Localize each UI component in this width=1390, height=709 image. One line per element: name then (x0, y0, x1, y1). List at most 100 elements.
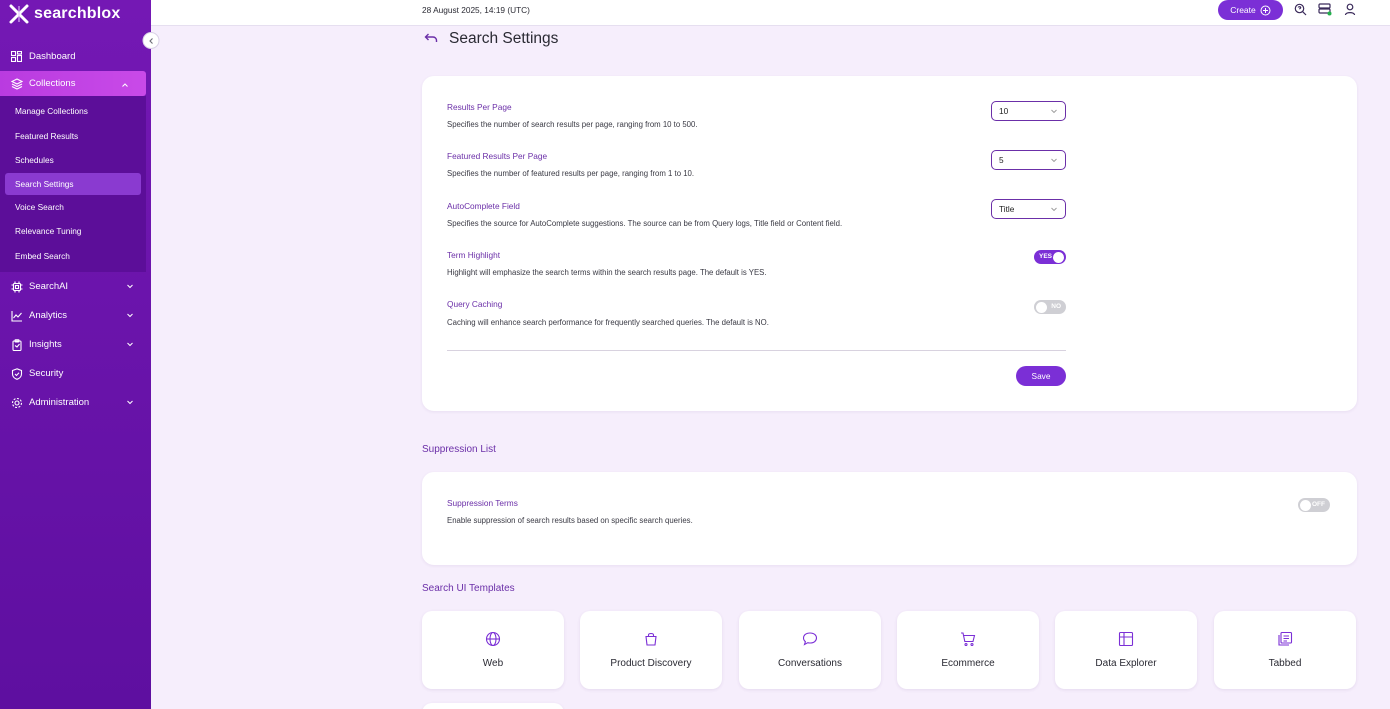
select-value: 10 (999, 106, 1009, 116)
search-help-icon[interactable] (1293, 2, 1307, 16)
select-value: 5 (999, 155, 1004, 165)
sidebar-item-label: SearchAI (29, 281, 69, 292)
template-card-data-explorer[interactable]: Data Explorer (1055, 611, 1197, 689)
featured-per-page-title: Featured Results Per Page (447, 151, 548, 161)
suppression-terms-desc: Enable suppression of search results bas… (447, 516, 693, 525)
sidebar-subitem-manage-collections[interactable]: Manage Collections (0, 99, 146, 124)
page-title: Search Settings (449, 30, 559, 47)
chevron-up-icon (120, 80, 130, 90)
chevron-down-icon (1050, 156, 1058, 164)
layers-icon (10, 77, 23, 90)
template-card-partial[interactable] (422, 703, 564, 709)
sidebar-item-label: Dashboard (29, 51, 76, 62)
globe-icon (485, 631, 501, 647)
back-arrow-icon[interactable] (424, 31, 438, 45)
results-per-page-desc: Specifies the number of search results p… (447, 120, 698, 129)
suppression-section-title: Suppression List (422, 444, 496, 455)
collections-subnav: Manage Collections Featured Results Sche… (0, 96, 146, 272)
template-card-tabbed[interactable]: Tabbed (1214, 611, 1356, 689)
results-per-page-title: Results Per Page (447, 102, 512, 112)
results-per-page-select[interactable]: 10 (991, 101, 1066, 121)
dashboard-icon (10, 50, 23, 63)
chevron-down-icon (125, 339, 135, 349)
toggle-knob (1053, 251, 1064, 263)
server-status-icon[interactable] (1318, 2, 1332, 16)
searchblox-logo-icon (8, 3, 30, 25)
template-card-conversations[interactable]: Conversations (739, 611, 881, 689)
sidebar-item-searchai[interactable]: SearchAI (0, 272, 151, 301)
featured-per-page-desc: Specifies the number of featured results… (447, 169, 695, 178)
template-card-ecommerce[interactable]: Ecommerce (897, 611, 1039, 689)
template-card-web[interactable]: Web (422, 611, 564, 689)
chevron-down-icon (125, 310, 135, 320)
sidebar-item-label: Administration (29, 397, 90, 408)
featured-per-page-select[interactable]: 5 (991, 150, 1066, 170)
chart-line-icon (10, 309, 23, 322)
query-caching-title: Query Caching (447, 299, 503, 309)
sidebar-collapse-button[interactable] (142, 32, 160, 49)
create-button-label: Create (1230, 5, 1256, 15)
toggle-label: YES (1039, 253, 1053, 260)
chevron-down-icon (1050, 107, 1058, 115)
gear-icon (10, 396, 23, 409)
sidebar-subitem-relevance-tuning[interactable]: Relevance Tuning (0, 219, 146, 244)
user-icon[interactable] (1343, 2, 1357, 16)
template-label: Data Explorer (1095, 658, 1157, 669)
select-value: Title (999, 204, 1015, 214)
chat-bubble-icon (802, 631, 818, 647)
create-button[interactable]: Create (1218, 0, 1283, 20)
tabs-icon (1277, 631, 1293, 647)
template-label: Conversations (778, 658, 842, 669)
plus-circle-icon (1260, 5, 1271, 16)
chevron-down-icon (1050, 205, 1058, 213)
sidebar-subitem-search-settings[interactable]: Search Settings (5, 172, 141, 195)
suppression-toggle[interactable]: OFF (1298, 498, 1330, 512)
chevron-down-icon (125, 281, 135, 291)
save-button[interactable]: Save (1016, 366, 1066, 386)
divider (447, 350, 1066, 351)
autocomplete-select[interactable]: Title (991, 199, 1066, 219)
suppression-terms-title: Suppression Terms (447, 498, 518, 508)
template-label: Web (482, 658, 504, 669)
clipboard-icon (10, 338, 23, 351)
sidebar-item-label: Collections (29, 78, 76, 89)
query-caching-desc: Caching will enhance search performance … (447, 318, 769, 327)
sidebar-item-label: Security (29, 368, 64, 379)
toggle-knob (1300, 499, 1311, 511)
sidebar-item-insights[interactable]: Insights (0, 330, 151, 359)
table-icon (1118, 631, 1134, 647)
chevron-down-icon (125, 397, 135, 407)
logo-text: searchblox (34, 5, 121, 22)
term-highlight-desc: Highlight will emphasize the search term… (447, 268, 767, 277)
templates-section-title: Search UI Templates (422, 583, 515, 594)
sidebar: searchblox Dashboard Collections Manage … (0, 0, 151, 709)
template-label: Ecommerce (941, 658, 995, 669)
sidebar-nav: Dashboard Collections Manage Collections… (0, 42, 151, 417)
sidebar-item-dashboard[interactable]: Dashboard (0, 42, 151, 71)
sidebar-item-security[interactable]: Security (0, 359, 151, 388)
shopping-bag-icon (643, 631, 659, 647)
cpu-icon (10, 280, 23, 293)
sidebar-item-label: Insights (29, 339, 62, 350)
sidebar-subitem-voice-search[interactable]: Voice Search (0, 195, 146, 220)
toggle-label: OFF (1312, 501, 1325, 508)
toggle-knob (1036, 301, 1047, 313)
template-label: Tabbed (1268, 658, 1302, 669)
sidebar-item-administration[interactable]: Administration (0, 388, 151, 417)
term-highlight-title: Term Highlight (447, 250, 501, 260)
sidebar-item-analytics[interactable]: Analytics (0, 301, 151, 330)
query-caching-toggle[interactable]: NO (1034, 300, 1066, 314)
sidebar-item-label: Analytics (29, 310, 68, 321)
sidebar-subitem-schedules[interactable]: Schedules (0, 148, 146, 173)
template-label: Product Discovery (610, 658, 692, 669)
sidebar-item-collections[interactable]: Collections (0, 71, 146, 96)
term-highlight-toggle[interactable]: YES (1034, 250, 1066, 264)
logo[interactable]: searchblox (0, 0, 151, 28)
chevron-left-icon (147, 37, 155, 45)
autocomplete-title: AutoComplete Field (447, 201, 520, 211)
sidebar-subitem-embed-search[interactable]: Embed Search (0, 244, 146, 269)
autocomplete-desc: Specifies the source for AutoComplete su… (447, 219, 843, 228)
toggle-label: NO (1051, 303, 1061, 310)
template-card-product-discovery[interactable]: Product Discovery (580, 611, 722, 689)
sidebar-subitem-featured-results[interactable]: Featured Results (0, 124, 146, 149)
